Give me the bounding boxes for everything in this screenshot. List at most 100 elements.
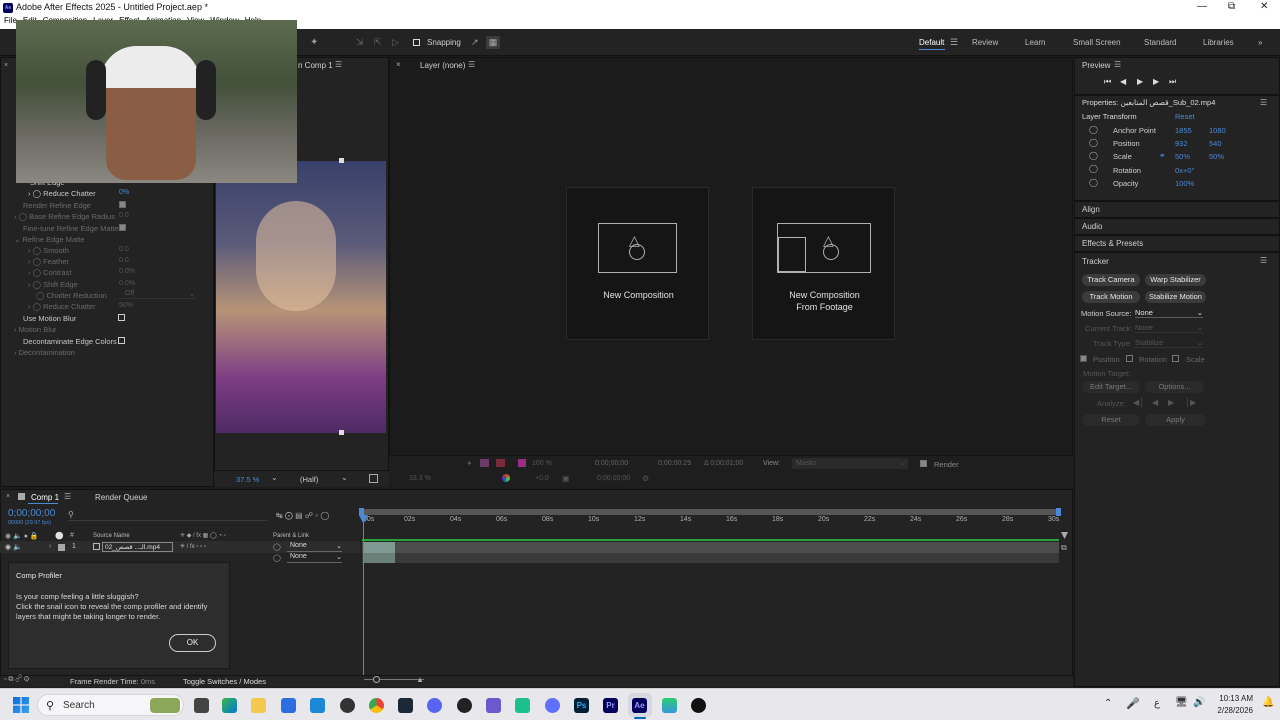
task-view-icon[interactable] (194, 698, 209, 713)
render-refine-edge-checkbox[interactable] (119, 201, 126, 210)
work-area-bar[interactable] (362, 509, 1059, 515)
bounding-handle-top[interactable] (339, 158, 344, 163)
tracker-apply-button[interactable]: Apply (1145, 414, 1206, 426)
distribute-icon[interactable]: ⇱ (374, 37, 382, 48)
playhead-line[interactable] (363, 515, 364, 675)
rotation-checkbox[interactable] (1126, 355, 1133, 364)
chat-app-icon[interactable] (515, 698, 530, 713)
parent-dropdown-1[interactable]: None ⌄ (287, 542, 342, 552)
scale-stopwatch-icon[interactable]: ◯ (1089, 151, 1098, 160)
opacity-value[interactable]: 100% (1175, 179, 1194, 188)
scale-checkbox[interactable] (1172, 355, 1179, 364)
microsoft-store-icon[interactable] (281, 698, 296, 713)
clock-time[interactable]: 10:13 AM (1213, 694, 1253, 703)
constrain-proportions-icon[interactable]: ⚭ (1159, 151, 1166, 160)
stabilize-motion-button[interactable]: Stabilize Motion (1145, 291, 1206, 303)
scale-y[interactable]: 50% (1209, 152, 1224, 161)
timeline-search-input[interactable]: ⚲ (68, 510, 267, 521)
show-hidden-icons[interactable]: ⌃ (1104, 698, 1112, 709)
fx-row-reduce-chatter[interactable]: › ◯ Reduce Chatter (28, 189, 96, 198)
github-icon[interactable] (457, 698, 472, 713)
color-wheel-icon[interactable] (502, 474, 510, 482)
render-queue-tab[interactable]: Render Queue (95, 493, 147, 502)
analyze-forward-icon[interactable]: ▶ (1168, 398, 1174, 407)
workspace-libraries[interactable]: Libraries (1203, 38, 1234, 47)
taskbar-search-box[interactable]: ⚲ Search (37, 694, 184, 716)
position-y[interactable]: 540 (1209, 139, 1222, 148)
volume-icon[interactable]: 🔊 (1193, 697, 1205, 708)
play-icon[interactable]: ▶ (1137, 77, 1143, 86)
edit-target-button[interactable]: Edit Target... (1082, 381, 1140, 393)
comp-profiler-ok-button[interactable]: OK (169, 634, 216, 652)
zoom-slider-handle[interactable] (373, 676, 380, 683)
after-effects-icon[interactable]: Ae (632, 698, 647, 713)
parent-link-header[interactable]: Parent & Link (273, 533, 309, 539)
analyze-forward-one-icon[interactable]: │▶ (1185, 398, 1196, 407)
layer-zoom-value[interactable]: 100 % (532, 460, 552, 467)
new-composition-from-footage-button[interactable]: △ New Composition From Footage (752, 187, 895, 340)
snapshot-icon[interactable]: ✦ (466, 459, 473, 468)
previous-frame-icon[interactable]: ◀ (1120, 77, 1126, 86)
position-stopwatch-icon[interactable]: ◯ (1089, 138, 1098, 147)
comp-tab-menu-icon[interactable]: ☰ (335, 60, 342, 69)
layer-bar-1[interactable] (364, 542, 395, 553)
bounding-handle-bottom[interactable] (339, 430, 344, 435)
channel-icon[interactable] (496, 459, 505, 467)
options-button[interactable]: Options... (1145, 381, 1204, 393)
current-timecode[interactable]: 0;00;00;00 (8, 508, 55, 519)
motion-source-dropdown[interactable]: None ⌄ (1135, 308, 1203, 318)
timeline-tab-menu-icon[interactable]: ☰ (64, 492, 71, 501)
layer-time-end[interactable]: 0;00:00:29 (658, 460, 691, 467)
warp-stabilizer-button[interactable]: Warp Stabilizer (1145, 274, 1206, 286)
layer-switches[interactable]: ✳ / fx ▫ ▫ ▫ (180, 543, 206, 550)
workspace-default[interactable]: Default (919, 38, 944, 47)
steam-icon[interactable] (398, 698, 413, 713)
audio-panel[interactable] (1074, 218, 1280, 235)
opacity-stopwatch-icon[interactable]: ◯ (1089, 178, 1098, 187)
preview-menu-icon[interactable]: ☰ (1114, 60, 1121, 69)
snap-grid-icon[interactable]: ▦ (486, 36, 500, 49)
fine-tune-checkbox[interactable] (119, 224, 126, 233)
minimize-icon[interactable]: — (1197, 1, 1207, 12)
menu-file[interactable]: File (4, 16, 17, 25)
last-frame-icon[interactable]: ⏭ (1169, 77, 1176, 87)
workspace-overflow-icon[interactable]: » (1258, 38, 1262, 47)
snapping-checkbox[interactable] (413, 39, 420, 48)
track-type-dropdown[interactable]: Stabilize ⌄ (1135, 338, 1203, 348)
snap-edge-icon[interactable]: ▷ (392, 37, 399, 48)
fast-preview-icon[interactable]: ⚙ (642, 474, 649, 483)
camera-icon[interactable]: ▣ (562, 474, 570, 483)
timeline-comp-tab[interactable]: Comp 1 (31, 493, 59, 502)
media-app-icon[interactable] (662, 698, 677, 713)
tracker-menu-icon[interactable]: ☰ (1260, 256, 1267, 265)
position-x[interactable]: 932 (1175, 139, 1188, 148)
source-name-header[interactable]: Source Name (93, 533, 130, 539)
analyze-back-one-icon[interactable]: ◀│ (1133, 398, 1144, 407)
scale-x[interactable]: 50% (1175, 152, 1190, 161)
use-motion-blur-checkbox[interactable] (118, 314, 125, 323)
analyze-backward-icon[interactable]: ◀ (1152, 398, 1158, 407)
notifications-icon[interactable]: 🔔 (1262, 697, 1274, 708)
photoshop-icon[interactable]: Ps (574, 698, 589, 713)
chatter-reduction-dropdown[interactable]: Off ⌄ (119, 290, 195, 299)
next-frame-icon[interactable]: ▶ (1153, 77, 1159, 86)
clock-date[interactable]: 2/28/2026 (1209, 706, 1253, 715)
switches-header-icons[interactable]: ✳ ◆ / fx ▦ ◯ ◔ ▫ (180, 532, 226, 539)
effect-panel-close-icon[interactable]: × (4, 62, 8, 69)
current-track-dropdown[interactable]: None ⌄ (1135, 323, 1203, 333)
layer-bar-2[interactable] (364, 553, 395, 563)
edge-icon[interactable] (310, 698, 325, 713)
view-dropdown[interactable]: Masks ⌄ (792, 458, 908, 469)
comp-zoom-value[interactable]: 37.5 % (236, 475, 259, 484)
windows-start-icon[interactable] (13, 697, 29, 713)
footer-toggle-icons[interactable]: ▫ ⧉ ☍ ⚙ (4, 676, 30, 684)
layer-time-start[interactable]: 0;00;00;00 (595, 460, 628, 467)
first-frame-icon[interactable]: ⏮ (1104, 77, 1111, 87)
rotation-stopwatch-icon[interactable]: ◯ (1089, 164, 1098, 173)
exposure-value[interactable]: +0.0 (535, 475, 549, 482)
workspace-menu-icon[interactable]: ☰ (950, 37, 958, 48)
anchor-point-stopwatch-icon[interactable]: ◯ (1089, 125, 1098, 134)
render-checkbox[interactable] (920, 460, 927, 469)
track-camera-button[interactable]: Track Camera (1082, 274, 1140, 286)
layer-panel-close-icon[interactable]: × (396, 60, 401, 69)
